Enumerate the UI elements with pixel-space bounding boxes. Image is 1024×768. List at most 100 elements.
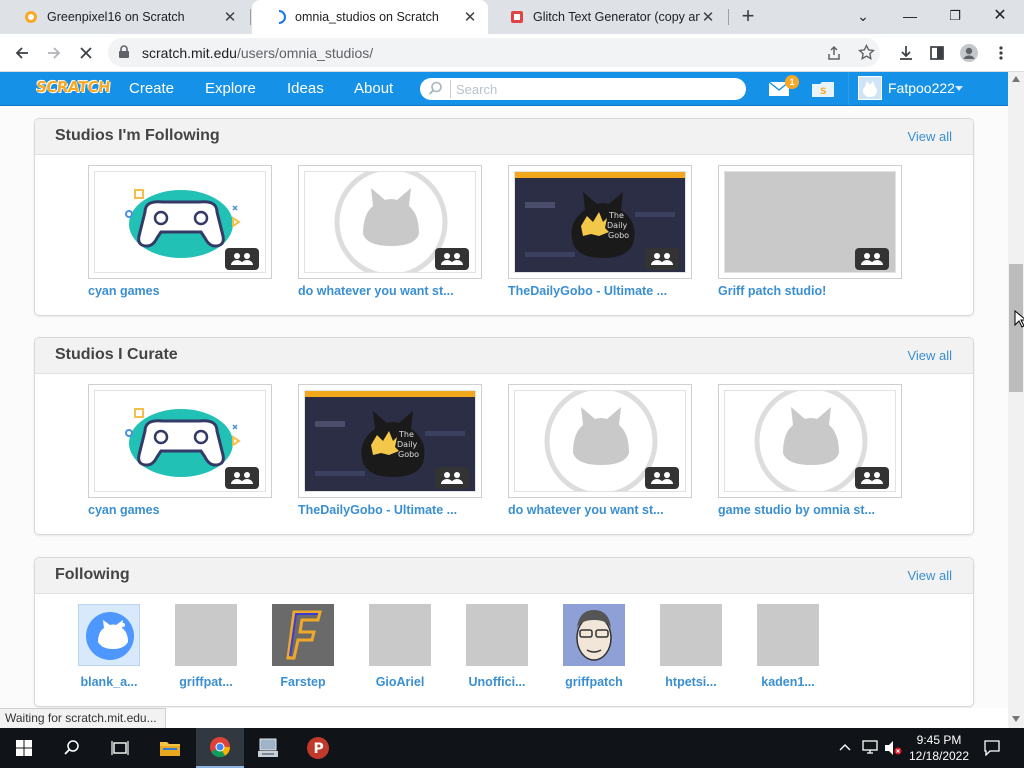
network-icon[interactable]	[862, 740, 878, 754]
following-user[interactable]: Farstep	[265, 604, 341, 689]
studio-thumbnail[interactable]: The Daily Gobo	[508, 165, 692, 279]
studio-card[interactable]: game studio by omnia st...	[718, 384, 902, 517]
studio-thumbnail[interactable]	[88, 384, 272, 498]
studio-title[interactable]: do whatever you want st...	[298, 284, 482, 298]
search-taskbar-button[interactable]	[48, 728, 96, 768]
studio-title[interactable]: TheDailyGobo - Ultimate ...	[298, 503, 482, 517]
scroll-down-icon[interactable]	[1012, 716, 1020, 722]
following-user[interactable]: griffpatch	[556, 604, 632, 689]
browser-tabstrip: Greenpixel16 on Scratch ✕ omnia_studios …	[0, 0, 1024, 34]
psiphon-app-button[interactable]: P	[294, 728, 342, 768]
following-user[interactable]: griffpat...	[168, 604, 244, 689]
studio-title[interactable]: TheDailyGobo - Ultimate ...	[508, 284, 692, 298]
download-icon[interactable]	[895, 42, 917, 64]
studio-title[interactable]: Griff patch studio!	[718, 284, 902, 298]
share-icon[interactable]	[826, 45, 842, 61]
user-avatar[interactable]	[369, 604, 431, 666]
user-avatar[interactable]	[563, 604, 625, 666]
view-all-link[interactable]: View all	[907, 568, 952, 583]
user-name[interactable]: griffpat...	[168, 675, 244, 689]
task-view-button[interactable]	[96, 728, 144, 768]
following-user[interactable]: htpetsi...	[653, 604, 729, 689]
profile-icon[interactable]	[958, 42, 980, 64]
studio-thumbnail[interactable]	[718, 384, 902, 498]
studio-thumbnail[interactable]	[88, 165, 272, 279]
close-tab-icon[interactable]: ✕	[222, 8, 238, 26]
following-user[interactable]: Unoffici...	[459, 604, 535, 689]
studio-card[interactable]: The Daily Gobo TheDailyGobo - Ultimate ...	[298, 384, 482, 517]
my-stuff-folder-icon[interactable]: S	[811, 80, 835, 98]
user-name[interactable]: GioAriel	[362, 675, 438, 689]
nav-create[interactable]: Create	[129, 72, 174, 105]
nav-explore[interactable]: Explore	[205, 72, 256, 105]
page-scrollbar[interactable]	[1008, 72, 1024, 728]
scrollbar-thumb[interactable]	[1009, 264, 1023, 392]
user-name[interactable]: Farstep	[265, 675, 341, 689]
search-input[interactable]	[450, 80, 730, 98]
minimize-button[interactable]: —	[895, 2, 925, 30]
studio-thumbnail[interactable]	[508, 384, 692, 498]
chevron-up-icon[interactable]	[839, 743, 851, 751]
studio-title[interactable]: do whatever you want st...	[508, 503, 692, 517]
side-panel-icon[interactable]	[926, 42, 948, 64]
view-all-link[interactable]: View all	[907, 129, 952, 144]
chrome-taskbar-button[interactable]	[196, 728, 244, 768]
user-name[interactable]: blank_a...	[71, 675, 147, 689]
studio-card[interactable]: cyan games	[88, 384, 272, 517]
user-avatar[interactable]	[757, 604, 819, 666]
studio-thumbnail[interactable]	[718, 165, 902, 279]
following-user[interactable]: kaden1...	[750, 604, 826, 689]
restore-button[interactable]: ❐	[940, 2, 970, 30]
notifications-icon[interactable]	[984, 740, 1000, 756]
tab-search-icon[interactable]: ⌄	[848, 2, 878, 30]
studio-title[interactable]: cyan games	[88, 503, 272, 517]
tab-omnia-studios[interactable]: omnia_studios on Scratch ✕	[252, 0, 488, 34]
chevron-down-icon[interactable]	[955, 86, 963, 91]
following-user[interactable]: GioAriel	[362, 604, 438, 689]
nav-ideas[interactable]: Ideas	[287, 72, 324, 105]
forward-button[interactable]	[39, 38, 69, 68]
file-explorer-button[interactable]	[146, 728, 194, 768]
studio-title[interactable]: cyan games	[88, 284, 272, 298]
menu-icon[interactable]	[990, 42, 1012, 64]
scroll-up-icon[interactable]	[1012, 76, 1020, 82]
new-tab-button[interactable]: +	[737, 4, 759, 30]
star-icon[interactable]	[858, 44, 875, 61]
view-all-link[interactable]: View all	[907, 348, 952, 363]
studio-thumbnail[interactable]	[298, 165, 482, 279]
user-name[interactable]: kaden1...	[750, 675, 826, 689]
studio-card[interactable]: Griff patch studio!	[718, 165, 902, 298]
studio-card[interactable]: do whatever you want st...	[298, 165, 482, 298]
back-button[interactable]	[7, 38, 37, 68]
studio-card[interactable]: do whatever you want st...	[508, 384, 692, 517]
tab-greenpixel16[interactable]: Greenpixel16 on Scratch ✕	[4, 0, 248, 34]
arrow-right-icon	[48, 47, 61, 59]
close-tab-icon[interactable]: ✕	[700, 8, 716, 26]
system-clock[interactable]: 9:45 PM 12/18/2022	[904, 732, 974, 764]
studio-card[interactable]: cyan games	[88, 165, 272, 298]
user-avatar[interactable]	[660, 604, 722, 666]
close-tab-icon[interactable]: ✕	[462, 8, 478, 26]
nav-about[interactable]: About	[354, 72, 393, 105]
stop-loading-button[interactable]	[71, 38, 101, 68]
studio-card[interactable]: The Daily Gobo TheDailyGobo - Ultimate ...	[508, 165, 692, 298]
user-name[interactable]: htpetsi...	[653, 675, 729, 689]
studio-thumbnail[interactable]: The Daily Gobo	[298, 384, 482, 498]
address-bar[interactable]: scratch.mit.edu/users/omnia_studios/	[108, 38, 880, 67]
tab-glitch-text[interactable]: Glitch Text Generator (copy and paste) ✕	[490, 0, 726, 34]
close-window-button[interactable]: ✕	[985, 2, 1015, 30]
computer-app-button[interactable]	[244, 728, 292, 768]
user-name[interactable]: Unoffici...	[459, 675, 535, 689]
scratch-logo[interactable]: SCRATCH	[35, 78, 111, 96]
studio-title[interactable]: game studio by omnia st...	[718, 503, 902, 517]
user-avatar[interactable]	[858, 76, 882, 100]
following-user[interactable]: blank_a...	[71, 604, 147, 689]
username-label[interactable]: Fatpoo222	[888, 72, 955, 105]
user-avatar[interactable]	[466, 604, 528, 666]
volume-muted-icon[interactable]	[884, 740, 902, 756]
user-avatar[interactable]	[78, 604, 140, 666]
start-button[interactable]	[0, 728, 48, 768]
user-avatar[interactable]	[175, 604, 237, 666]
user-name[interactable]: griffpatch	[556, 675, 632, 689]
user-avatar[interactable]	[272, 604, 334, 666]
